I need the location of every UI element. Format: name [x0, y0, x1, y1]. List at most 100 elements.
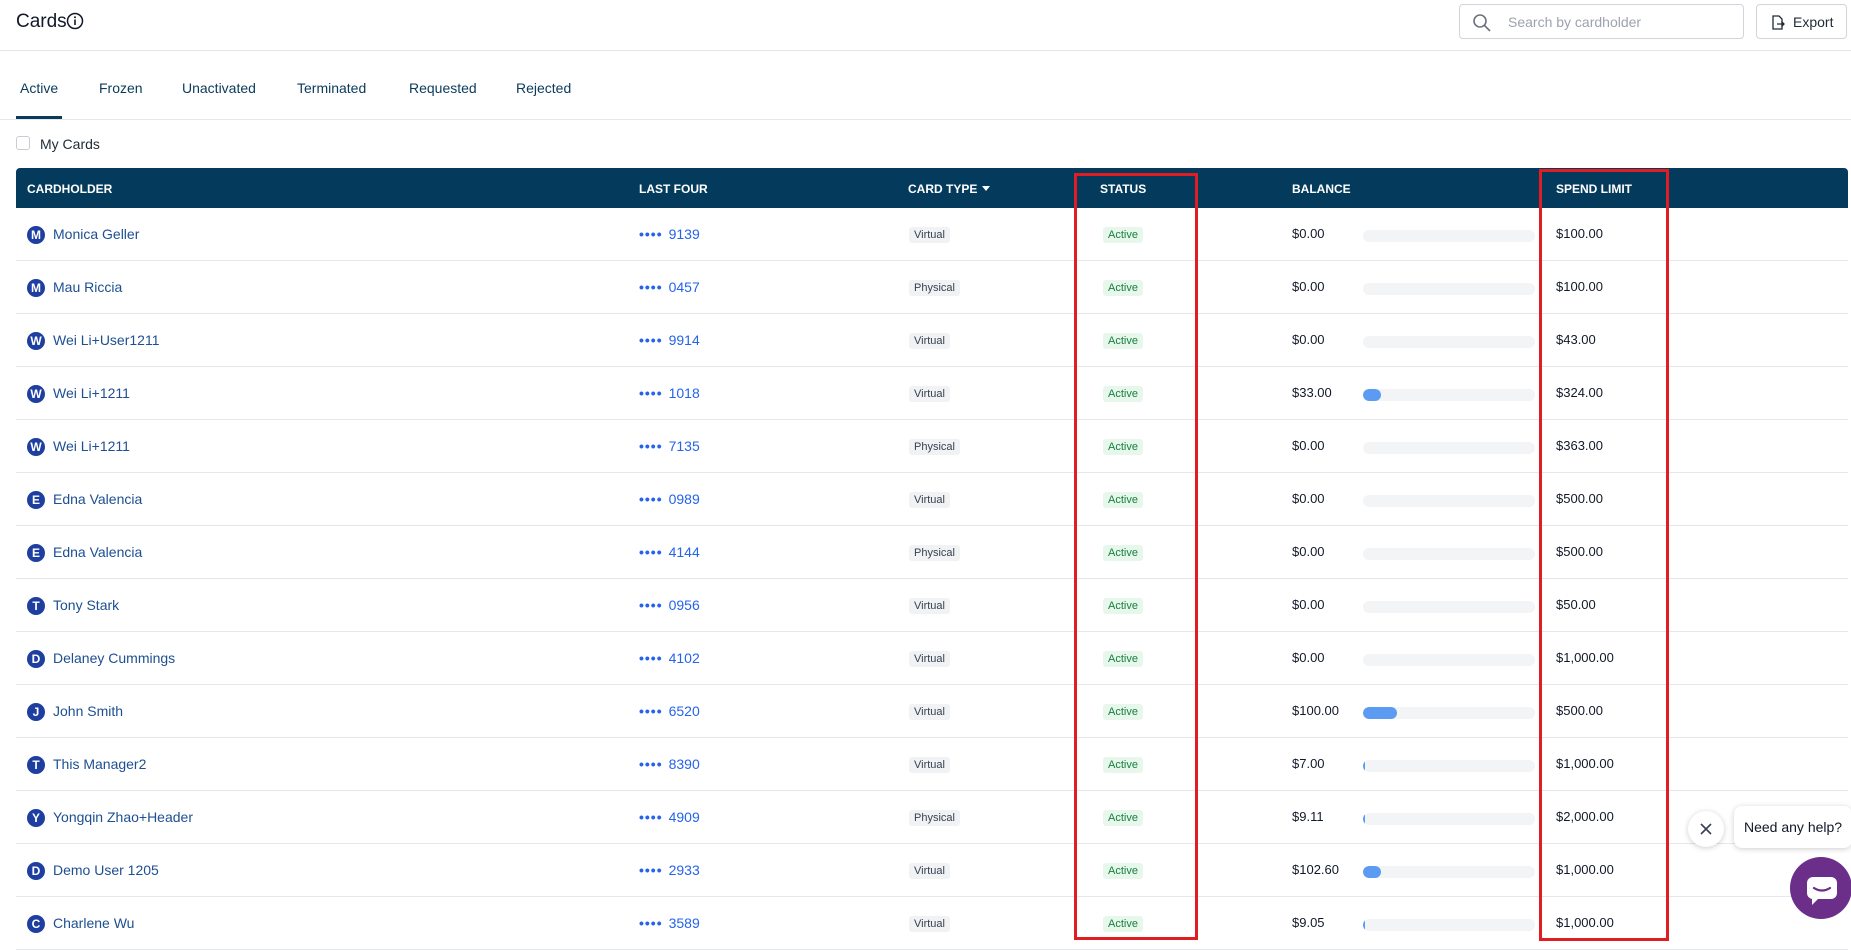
- cardholder-name[interactable]: Delaney Cummings: [53, 650, 175, 666]
- cardholder-name[interactable]: Yongqin Zhao+Header: [53, 809, 193, 825]
- tab-active[interactable]: Active: [20, 80, 58, 96]
- last-four-digits: 7135: [668, 438, 700, 454]
- table-row[interactable]: E Edna Valencia •••• 4144 Physical Active $0.0…: [16, 526, 1848, 579]
- balance-value: $0.00: [1292, 650, 1325, 665]
- chat-icon: [1807, 877, 1837, 905]
- status-badge: Active: [1103, 916, 1143, 932]
- table-row[interactable]: J John Smith •••• 6520 Virtual Active $100.00 $…: [16, 685, 1848, 738]
- cardholder-name[interactable]: Edna Valencia: [53, 491, 142, 507]
- cardholder-name[interactable]: Edna Valencia: [53, 544, 142, 560]
- my-cards-checkbox[interactable]: [16, 136, 30, 150]
- balance-progress-track: [1363, 336, 1535, 348]
- table-row[interactable]: C Charlene Wu •••• 3589 Virtual Active $9.05 $1…: [16, 897, 1848, 950]
- avatar: E: [27, 544, 45, 562]
- tab-rejected[interactable]: Rejected: [516, 80, 571, 96]
- sort-caret-icon: [982, 186, 991, 191]
- last-four-link[interactable]: •••• 3589: [639, 915, 700, 931]
- column-header-card-type[interactable]: CARD TYPE: [908, 182, 991, 196]
- balance-progress-track: [1363, 654, 1535, 666]
- cardholder-name[interactable]: Mau Riccia: [53, 279, 122, 295]
- spend-limit-value: $2,000.00: [1556, 809, 1614, 824]
- avatar: W: [27, 438, 45, 456]
- table-header: CARDHOLDER LAST FOUR CARD TYPE STATUS BA…: [16, 168, 1848, 208]
- last-four-link[interactable]: •••• 6520: [639, 703, 700, 719]
- table-row[interactable]: T Tony Stark •••• 0956 Virtual Active $0.00 $50…: [16, 579, 1848, 632]
- page-title: Cards: [16, 11, 67, 32]
- column-header-cardholder[interactable]: CARDHOLDER: [27, 182, 112, 196]
- table-row[interactable]: W Wei Li+1211 •••• 7135 Physical Active $0.00 $…: [16, 420, 1848, 473]
- table-row[interactable]: Y Yongqin Zhao+Header •••• 4909 Physical Acti…: [16, 791, 1848, 844]
- card-type-badge: Physical: [909, 280, 960, 296]
- column-header-spend-limit[interactable]: SPEND LIMIT: [1556, 182, 1632, 196]
- avatar: D: [27, 650, 45, 668]
- chat-launcher-button[interactable]: [1790, 857, 1851, 919]
- info-icon[interactable]: [66, 12, 84, 30]
- card-type-header-label: CARD TYPE: [908, 182, 978, 196]
- cardholder-name[interactable]: Monica Geller: [53, 226, 139, 242]
- status-badge: Active: [1103, 704, 1143, 720]
- last-four-link[interactable]: •••• 4102: [639, 650, 700, 666]
- column-header-last-four[interactable]: LAST FOUR: [639, 182, 708, 196]
- avatar: M: [27, 279, 45, 297]
- table-row[interactable]: T This Manager2 •••• 8390 Virtual Active $7.00…: [16, 738, 1848, 791]
- card-type-badge: Physical: [909, 439, 960, 455]
- search-box[interactable]: [1459, 4, 1744, 39]
- cardholder-name[interactable]: Wei Li+1211: [53, 385, 130, 401]
- tab-unactivated[interactable]: Unactivated: [182, 80, 256, 96]
- last-four-link[interactable]: •••• 9914: [639, 332, 700, 348]
- table-row[interactable]: M Monica Geller •••• 9139 Virtual Active $0.00…: [16, 208, 1848, 261]
- card-mask: ••••: [639, 756, 663, 772]
- balance-value: $0.00: [1292, 332, 1325, 347]
- tab-requested[interactable]: Requested: [409, 80, 477, 96]
- card-mask: ••••: [639, 862, 663, 878]
- cardholder-name[interactable]: Charlene Wu: [53, 915, 134, 931]
- table-row[interactable]: W Wei Li+User1211 •••• 9914 Virtual Active $0.…: [16, 314, 1848, 367]
- help-prompt[interactable]: Need any help?: [1734, 806, 1851, 848]
- last-four-link[interactable]: •••• 0989: [639, 491, 700, 507]
- last-four-digits: 1018: [668, 385, 700, 401]
- balance-progress-fill: [1363, 919, 1365, 931]
- table-row[interactable]: D Demo User 1205 •••• 2933 Virtual Active $102…: [16, 844, 1848, 897]
- cardholder-name[interactable]: Wei Li+User1211: [53, 332, 159, 348]
- status-badge: Active: [1103, 810, 1143, 826]
- table-row[interactable]: M Mau Riccia •••• 0457 Physical Active $0.00 $1…: [16, 261, 1848, 314]
- last-four-link[interactable]: •••• 4909: [639, 809, 700, 825]
- last-four-link[interactable]: •••• 0956: [639, 597, 700, 613]
- export-button[interactable]: Export: [1756, 4, 1847, 39]
- last-four-link[interactable]: •••• 7135: [639, 438, 700, 454]
- card-mask: ••••: [639, 491, 663, 507]
- last-four-link[interactable]: •••• 8390: [639, 756, 700, 772]
- balance-progress-track: [1363, 230, 1535, 242]
- last-four-digits: 0956: [668, 597, 700, 613]
- spend-limit-value: $1,000.00: [1556, 756, 1614, 771]
- last-four-link[interactable]: •••• 4144: [639, 544, 700, 560]
- column-header-balance[interactable]: BALANCE: [1292, 182, 1351, 196]
- search-icon: [1472, 13, 1492, 33]
- card-mask: ••••: [639, 597, 663, 613]
- tab-terminated[interactable]: Terminated: [297, 80, 366, 96]
- table-row[interactable]: W Wei Li+1211 •••• 1018 Virtual Active $33.00 $…: [16, 367, 1848, 420]
- export-label: Export: [1793, 14, 1834, 30]
- balance-progress-track: [1363, 389, 1535, 401]
- avatar: W: [27, 385, 45, 403]
- table-row[interactable]: E Edna Valencia •••• 0989 Virtual Active $0.00…: [16, 473, 1848, 526]
- last-four-link[interactable]: •••• 1018: [639, 385, 700, 401]
- last-four-link[interactable]: •••• 2933: [639, 862, 700, 878]
- tab-frozen[interactable]: Frozen: [99, 80, 143, 96]
- last-four-link[interactable]: •••• 0457: [639, 279, 700, 295]
- cardholder-name[interactable]: Wei Li+1211: [53, 438, 130, 454]
- cardholder-name[interactable]: Demo User 1205: [53, 862, 159, 878]
- column-header-status[interactable]: STATUS: [1100, 182, 1146, 196]
- cardholder-name[interactable]: John Smith: [53, 703, 123, 719]
- card-type-badge: Virtual: [909, 598, 950, 614]
- table-row[interactable]: D Delaney Cummings •••• 4102 Virtual Active $0…: [16, 632, 1848, 685]
- card-type-badge: Physical: [909, 545, 960, 561]
- cardholder-name[interactable]: This Manager2: [53, 756, 146, 772]
- spend-limit-value: $324.00: [1556, 385, 1603, 400]
- cardholder-name[interactable]: Tony Stark: [53, 597, 119, 613]
- last-four-link[interactable]: •••• 9139: [639, 226, 700, 242]
- balance-progress-track: [1363, 760, 1535, 772]
- help-close-button[interactable]: [1688, 811, 1724, 847]
- search-input[interactable]: [1508, 11, 1733, 33]
- card-type-badge: Virtual: [909, 492, 950, 508]
